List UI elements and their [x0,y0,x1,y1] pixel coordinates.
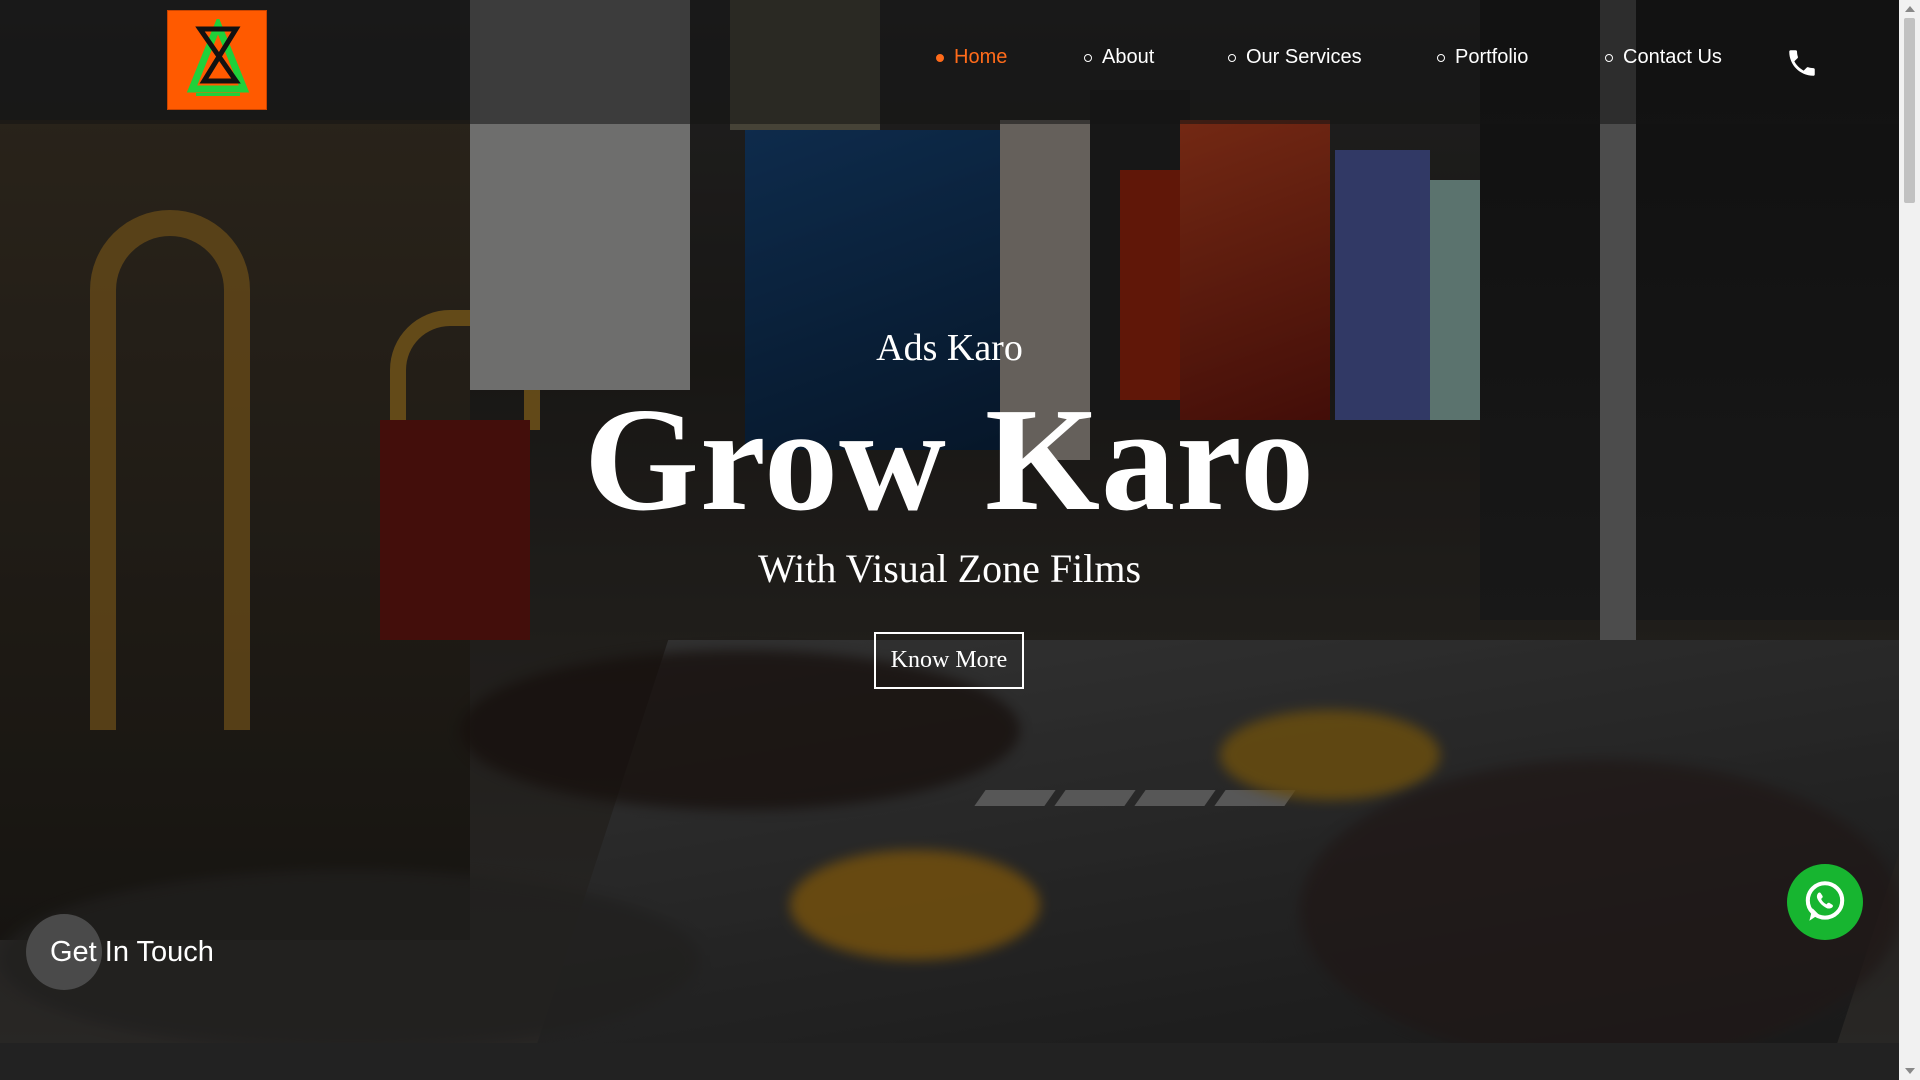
whatsapp-button[interactable] [1787,864,1863,940]
hero-eyebrow: Ads Karo [876,327,1023,369]
get-in-touch-label: Get In Touch [50,935,214,968]
scrollbar-thumb[interactable] [1904,18,1915,203]
know-more-button[interactable]: Know More [874,632,1024,689]
hero-subline: With Visual Zone Films [757,546,1142,591]
scroll-up-arrow-icon[interactable] [1905,6,1915,12]
whatsapp-icon [1805,881,1845,921]
get-in-touch-button[interactable]: Get In Touch [26,912,214,992]
hero-headline: Grow Karo [583,378,1316,542]
scroll-down-arrow-icon[interactable] [1905,1068,1915,1074]
vertical-scrollbar[interactable] [1899,0,1920,1080]
hero-content: Ads Karo Grow Karo With Visual Zone Film… [0,0,1899,1043]
next-section-edge [0,1043,1899,1080]
page-viewport: Home About Our Services Portfolio Contac… [0,0,1899,1080]
